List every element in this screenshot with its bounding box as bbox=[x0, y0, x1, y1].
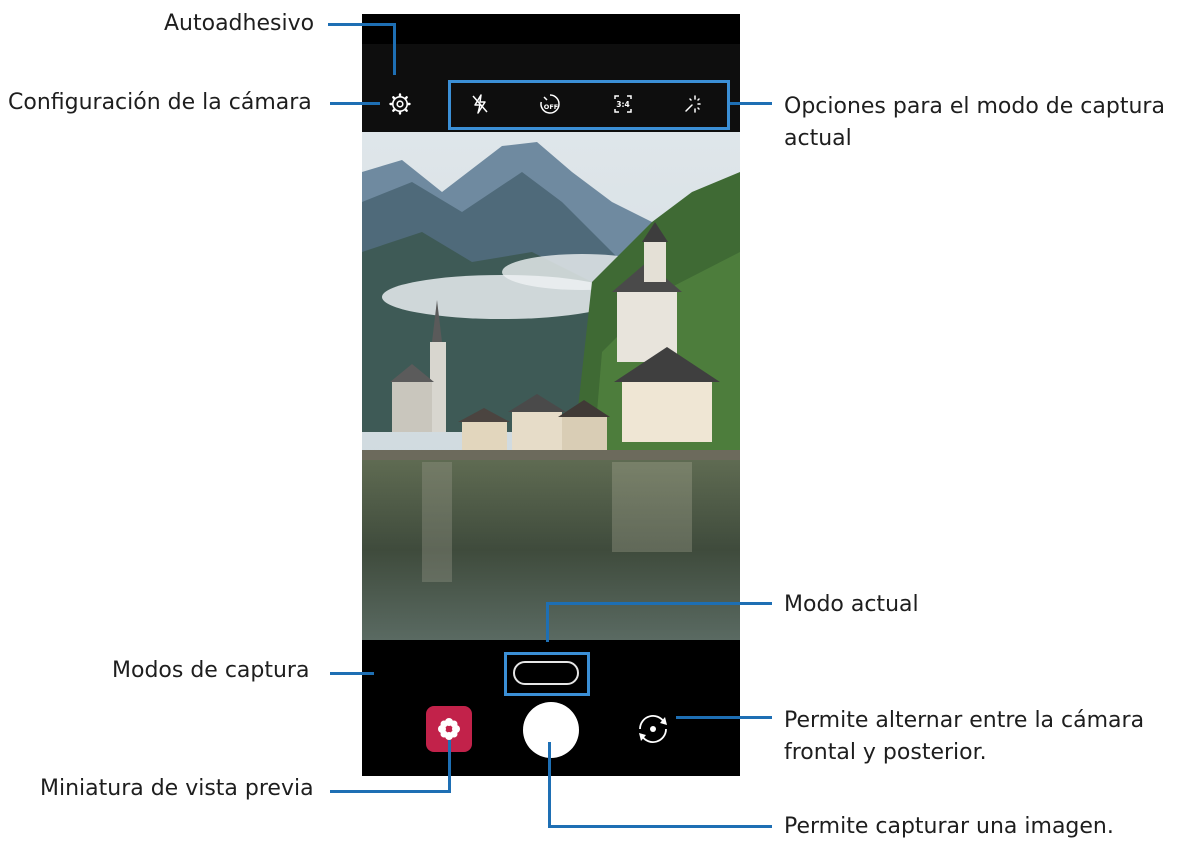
camera-bottom-bar bbox=[362, 640, 740, 776]
timer-off-icon[interactable]: OFF bbox=[536, 90, 564, 118]
filter-effects-icon[interactable] bbox=[678, 90, 706, 118]
leader-line bbox=[330, 102, 380, 105]
leader-line bbox=[448, 740, 451, 793]
leader-line bbox=[393, 23, 396, 75]
callout-capture: Permite capturar una imagen. bbox=[784, 814, 1114, 839]
gallery-flower-icon bbox=[438, 718, 460, 740]
viewfinder-preview[interactable] bbox=[362, 132, 740, 640]
callout-modes: Modos de captura bbox=[112, 658, 310, 683]
callout-thumbnail: Miniatura de vista previa bbox=[40, 776, 314, 801]
leader-line bbox=[548, 825, 772, 828]
current-mode-button[interactable] bbox=[513, 661, 579, 685]
callout-settings: Configuración de la cámara bbox=[8, 90, 312, 115]
svg-text:OFF: OFF bbox=[544, 103, 558, 111]
flash-off-icon[interactable] bbox=[466, 90, 494, 118]
callout-switch-line2: frontal y posterior. bbox=[784, 740, 987, 765]
callout-current-mode: Modo actual bbox=[784, 592, 919, 617]
gear-icon[interactable] bbox=[388, 92, 412, 116]
leader-line bbox=[548, 742, 551, 828]
leader-line bbox=[330, 672, 374, 675]
callout-options-line2: actual bbox=[784, 126, 852, 151]
leader-line bbox=[546, 602, 549, 642]
leader-line bbox=[330, 790, 450, 793]
callout-options-line1: Opciones para el modo de captura bbox=[784, 94, 1165, 119]
leader-line bbox=[676, 716, 772, 719]
shutter-button[interactable] bbox=[523, 702, 579, 758]
aspect-ratio-icon[interactable]: 3:4 bbox=[609, 90, 637, 118]
leader-line bbox=[328, 23, 396, 26]
camera-screen: OFF 3:4 bbox=[362, 14, 740, 776]
svg-text:3:4: 3:4 bbox=[616, 100, 629, 109]
switch-camera-icon[interactable] bbox=[630, 706, 676, 752]
leader-line bbox=[730, 102, 772, 105]
callout-switch-line1: Permite alternar entre la cámara bbox=[784, 708, 1145, 733]
callout-sticker: Autoadhesivo bbox=[164, 11, 315, 36]
camera-top-bar: OFF 3:4 bbox=[362, 14, 740, 132]
leader-line bbox=[546, 602, 772, 605]
